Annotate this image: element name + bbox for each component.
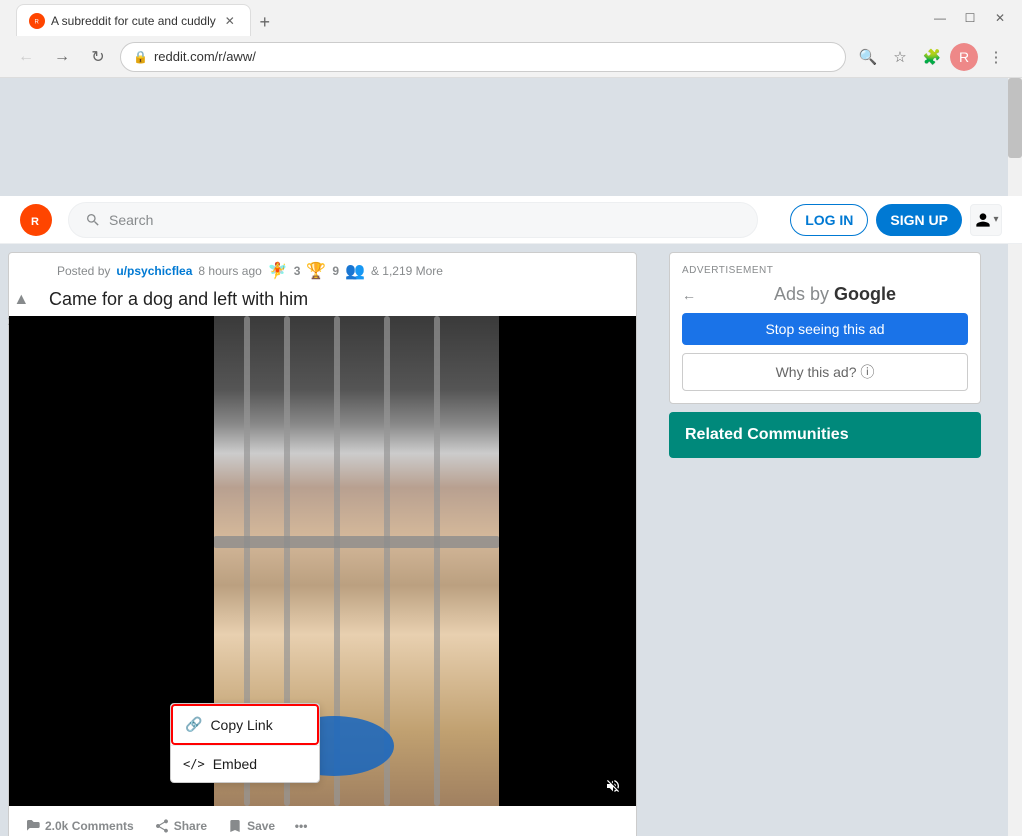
menu-icon-btn[interactable]: ⋮ xyxy=(982,43,1010,71)
related-communities-section: Related Communities xyxy=(669,412,981,458)
browser-toolbar: 🔍 ☆ 🧩 R ⋮ xyxy=(854,43,1010,71)
browser-tab[interactable]: R A subreddit for cute and cuddly ✕ xyxy=(16,4,251,36)
login-button[interactable]: LOG IN xyxy=(790,204,868,236)
award-emoji-2: 🏆 xyxy=(306,261,326,281)
advertisement-section: ADVERTISEMENT ← Ads by Google Stop seein… xyxy=(669,252,981,404)
reddit-header: R Search LOG IN SIGN UP ▾ xyxy=(0,196,1022,244)
new-tab-button[interactable]: + xyxy=(251,8,279,36)
copy-link-item[interactable]: 🔗 Copy Link xyxy=(171,704,319,745)
comments-count: 2.0k Comments xyxy=(45,819,134,833)
url-bar[interactable]: 🔒 reddit.com/r/aww/ xyxy=(120,42,846,72)
lock-icon: 🔒 xyxy=(133,50,148,64)
signup-button[interactable]: SIGN UP xyxy=(876,204,962,236)
post-author[interactable]: u/psychicflea xyxy=(116,264,192,278)
share-button[interactable]: Share xyxy=(146,812,215,836)
svg-text:R: R xyxy=(959,49,969,65)
minimize-button[interactable]: — xyxy=(926,4,954,32)
embed-icon: </> xyxy=(183,757,205,771)
copy-link-label: Copy Link xyxy=(210,717,272,733)
comments-button[interactable]: 2.0k Comments xyxy=(17,812,142,836)
sidebar-column: ADVERTISEMENT ← Ads by Google Stop seein… xyxy=(669,244,981,836)
why-ad-button[interactable]: Why this ad? ⓘ xyxy=(682,353,968,391)
award-emoji-1: 🧚 xyxy=(268,261,288,281)
svg-text:R: R xyxy=(35,19,40,25)
stop-ad-button[interactable]: Stop seeing this ad xyxy=(682,313,968,345)
share-label: Share xyxy=(174,819,207,833)
reddit-logo[interactable]: R xyxy=(20,204,52,236)
save-label: Save xyxy=(247,819,275,833)
bookmark-icon-btn[interactable]: ☆ xyxy=(886,43,914,71)
more-actions-button[interactable]: ••• xyxy=(287,812,315,836)
header-actions: LOG IN SIGN UP ▾ xyxy=(790,204,1002,236)
page-content: R Search LOG IN SIGN UP ▾ xyxy=(0,78,1022,836)
maximize-button[interactable]: ☐ xyxy=(956,4,984,32)
url-text: reddit.com/r/aww/ xyxy=(154,49,833,64)
copy-link-dropdown: 🔗 Copy Link </> Embed xyxy=(170,703,320,783)
post-column: ▲ 109k ▼ Posted by u/psychicflea 8 hours… xyxy=(0,244,645,836)
main-layout: ▲ 109k ▼ Posted by u/psychicflea 8 hours… xyxy=(0,244,1022,836)
ads-by-text: Ads by xyxy=(774,284,829,304)
extension-icon-btn[interactable]: 🧩 xyxy=(918,43,946,71)
title-bar: R A subreddit for cute and cuddly ✕ + — … xyxy=(0,0,1022,36)
google-text: Google xyxy=(834,284,896,304)
post-image xyxy=(9,316,636,806)
copy-link-icon: 🔗 xyxy=(185,716,202,733)
tab-title: A subreddit for cute and cuddly xyxy=(51,14,216,28)
posted-by-label: Posted by xyxy=(57,264,110,278)
embed-item[interactable]: </> Embed xyxy=(171,746,319,782)
upvote-button[interactable]: ▲ xyxy=(9,288,33,312)
profile-icon-btn[interactable]: R xyxy=(950,43,978,71)
search-placeholder: Search xyxy=(109,212,153,228)
embed-label: Embed xyxy=(213,756,257,772)
browser-frame: R A subreddit for cute and cuddly ✕ + — … xyxy=(0,0,1022,836)
close-button[interactable]: ✕ xyxy=(986,4,1014,32)
post-card: ▲ 109k ▼ Posted by u/psychicflea 8 hours… xyxy=(0,252,645,836)
forward-button[interactable]: → xyxy=(48,43,76,71)
post-actions: 2.0k Comments Share Save ••• xyxy=(9,806,636,836)
search-icon-btn[interactable]: 🔍 xyxy=(854,43,882,71)
post-title[interactable]: Came for a dog and left with him xyxy=(9,281,636,316)
post-content: ▲ 109k ▼ Posted by u/psychicflea 8 hours… xyxy=(8,252,637,836)
ad-label: ADVERTISEMENT xyxy=(682,265,968,276)
tab-close-button[interactable]: ✕ xyxy=(222,13,238,29)
ad-back-button[interactable]: ← xyxy=(682,287,696,303)
post-time: 8 hours ago xyxy=(198,264,261,278)
award-count-1: 3 xyxy=(294,264,301,278)
award-emoji-3: 👥 xyxy=(345,261,365,281)
back-button[interactable]: ← xyxy=(12,43,40,71)
post-image-container xyxy=(9,316,636,806)
post-header: Posted by u/psychicflea 8 hours ago 🧚 3 … xyxy=(9,253,636,281)
save-button[interactable]: Save xyxy=(219,812,283,836)
address-bar: ← → ↻ 🔒 reddit.com/r/aww/ 🔍 ☆ 🧩 R ⋮ xyxy=(0,36,1022,78)
reddit-favicon: R xyxy=(29,13,45,29)
ads-by-google: Ads by Google xyxy=(702,284,968,305)
related-communities-title: Related Communities xyxy=(685,426,849,443)
svg-text:R: R xyxy=(31,216,39,228)
search-bar[interactable]: Search xyxy=(68,202,758,238)
reload-button[interactable]: ↻ xyxy=(84,43,112,71)
more-awards: & 1,219 More xyxy=(371,264,443,278)
mute-button[interactable] xyxy=(598,774,628,798)
user-menu-button[interactable]: ▾ xyxy=(970,204,1002,236)
award-count-2: 9 xyxy=(332,264,339,278)
